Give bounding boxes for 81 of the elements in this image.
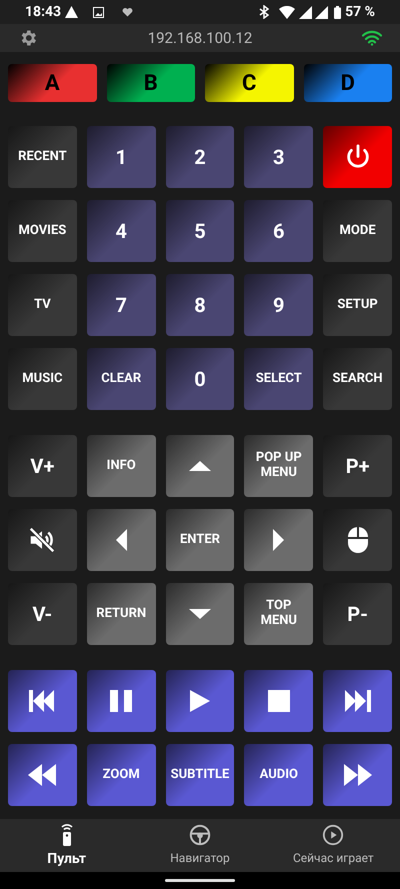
remote-key[interactable]: 3	[244, 126, 314, 188]
wifi-status-icon	[279, 6, 296, 18]
play-icon	[190, 690, 210, 712]
rewind-key[interactable]	[8, 744, 77, 806]
image-icon	[93, 6, 104, 18]
remote-key[interactable]: 8	[166, 274, 234, 336]
mouse-icon	[346, 526, 369, 554]
heart-icon	[122, 7, 134, 17]
remote-key[interactable]: CLEAR	[86, 348, 156, 410]
remote-key[interactable]: SEARCH	[323, 348, 392, 410]
remote-key[interactable]: SELECT	[244, 348, 314, 410]
forward-key[interactable]	[323, 744, 392, 806]
pause-icon	[110, 690, 132, 712]
rewind-icon	[28, 764, 56, 786]
remote-key[interactable]: RETURN	[86, 583, 156, 645]
remote-key[interactable]: TOP MENU	[244, 583, 314, 645]
home-indicator	[165, 879, 235, 882]
down-triangle-icon	[188, 609, 211, 619]
remote-key[interactable]: POP UP MENU	[244, 435, 314, 497]
remote-key[interactable]: MODE	[323, 200, 392, 262]
remote-key[interactable]: 1	[86, 126, 156, 188]
mouse-key[interactable]	[323, 509, 392, 571]
ip-address: 192.168.100.12	[146, 28, 254, 49]
remote-icon	[60, 822, 74, 846]
remote-key[interactable]: P-	[323, 583, 392, 645]
remote-key[interactable]: P+	[323, 435, 392, 497]
remote-key[interactable]: MUSIC	[8, 348, 77, 410]
up-key[interactable]	[166, 435, 234, 497]
color-button[interactable]: D	[304, 64, 392, 102]
left-key[interactable]	[86, 509, 156, 571]
color-button[interactable]: B	[106, 64, 195, 102]
left-triangle-icon	[116, 529, 127, 551]
power-key[interactable]	[323, 126, 392, 188]
remote-key[interactable]: V-	[8, 583, 77, 645]
right-key[interactable]	[244, 509, 314, 571]
nav-tab[interactable]: Пульт	[0, 819, 134, 872]
play-key[interactable]	[166, 670, 234, 732]
status-time: 18:43	[25, 2, 62, 22]
remote-key[interactable]: SUBTITLE	[166, 744, 234, 806]
remote-key[interactable]: ZOOM	[86, 744, 156, 806]
remote-key[interactable]: 7	[86, 274, 156, 336]
bluetooth-icon	[259, 5, 270, 19]
steering-wheel-icon	[188, 824, 211, 846]
wifi-icon	[362, 30, 382, 46]
signal-icon	[299, 6, 312, 18]
mute-icon	[27, 525, 58, 555]
remote-key[interactable]: 0	[166, 348, 234, 410]
warning-icon	[65, 6, 78, 18]
pause-key[interactable]	[86, 670, 156, 732]
remote-key[interactable]: ENTER	[166, 509, 234, 571]
previous-key[interactable]	[8, 670, 77, 732]
down-key[interactable]	[166, 583, 234, 645]
skip-back-icon	[29, 690, 56, 712]
color-button[interactable]: A	[8, 64, 96, 102]
remote-key[interactable]: V+	[8, 435, 77, 497]
battery-percentage: 57 %	[345, 2, 375, 22]
remote-key[interactable]: 4	[86, 200, 156, 262]
color-button[interactable]: C	[205, 64, 294, 102]
remote-key[interactable]: 2	[166, 126, 234, 188]
remote-key[interactable]: 5	[166, 200, 234, 262]
right-triangle-icon	[273, 529, 284, 551]
signal-icon	[315, 6, 328, 18]
remote-key[interactable]: TV	[8, 274, 77, 336]
remote-key[interactable]: RECENT	[8, 126, 77, 188]
remote-key[interactable]: 6	[244, 200, 314, 262]
remote-key[interactable]: AUDIO	[244, 744, 314, 806]
battery-icon	[334, 6, 342, 18]
remote-key[interactable]: SETUP	[323, 274, 392, 336]
remote-key[interactable]: INFO	[86, 435, 156, 497]
stop-key[interactable]	[244, 670, 314, 732]
remote-key[interactable]: MOVIES	[8, 200, 77, 262]
next-key[interactable]	[323, 670, 392, 732]
fast-forward-icon	[344, 764, 372, 786]
nav-tab[interactable]: Сейчас играет	[266, 819, 400, 872]
nav-tab[interactable]: Навигатор	[133, 819, 267, 872]
mute-key[interactable]	[8, 509, 77, 571]
stop-icon	[268, 690, 290, 712]
skip-forward-icon	[344, 690, 371, 712]
play-circle-icon	[322, 824, 344, 846]
remote-key[interactable]: 9	[244, 274, 314, 336]
up-triangle-icon	[188, 461, 211, 471]
